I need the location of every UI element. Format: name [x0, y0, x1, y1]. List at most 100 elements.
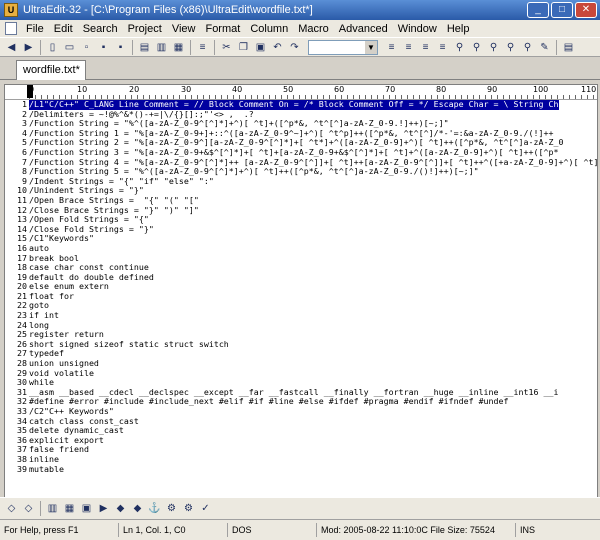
- minimize-button[interactable]: _: [527, 2, 549, 18]
- back-icon[interactable]: ◀: [4, 40, 19, 55]
- code-line[interactable]: 23 if int: [5, 310, 597, 321]
- ruler-number: 30: [181, 85, 192, 94]
- status-help: For Help, press F1: [0, 523, 119, 537]
- compile-icon[interactable]: ⚙: [164, 501, 179, 516]
- bottom-toolbar: ◇ ◇ ▥ ▦ ▣ ▶ ◆ ◆ ⚓ ⚙ ⚙ ✓: [0, 497, 600, 519]
- editor-pane[interactable]: 0 10 20 30 40 50 60 70 80 90 100 110 1/L…: [4, 84, 598, 514]
- ruler-number: 90: [487, 85, 498, 94]
- align-right-icon[interactable]: ≡: [418, 40, 433, 55]
- close-button[interactable]: ✕: [575, 2, 597, 18]
- line-number: 39: [17, 463, 27, 474]
- app-icon[interactable]: U: [4, 3, 18, 17]
- code-line[interactable]: 26 short signed sizeof static struct swit…: [5, 339, 597, 350]
- ruler-number: 80: [436, 85, 447, 94]
- toolbar-separator: [132, 39, 133, 55]
- spell-check-icon[interactable]: ✓: [198, 501, 213, 516]
- format-icon[interactable]: ◇: [21, 501, 36, 516]
- window-controls: _ □ ✕: [527, 2, 597, 18]
- main-toolbar: ◀ ▶ ▯ ▭ ▫ ▪ ▪ ▤ ▥ ▦ ≡ ✂ ❐ ▣ ↶ ↷ ▼ ≡ ≡ ≡ …: [0, 37, 600, 57]
- split-window-icon[interactable]: ▤: [561, 40, 576, 55]
- macro-icon[interactable]: ▣: [79, 501, 94, 516]
- justify-icon[interactable]: ≡: [435, 40, 450, 55]
- menu-format[interactable]: Format: [200, 23, 245, 35]
- maximize-button[interactable]: □: [551, 2, 573, 18]
- align-left-icon[interactable]: ≡: [384, 40, 399, 55]
- print-preview-icon[interactable]: ▥: [154, 40, 169, 55]
- find-icon[interactable]: ⚲: [452, 40, 467, 55]
- menu-advanced[interactable]: Advanced: [334, 23, 393, 35]
- code-line[interactable]: 20 else enum extern: [5, 282, 597, 292]
- code-line[interactable]: 38 inline: [5, 454, 597, 465]
- chevron-down-icon[interactable]: ▼: [365, 40, 377, 54]
- code-text-area[interactable]: 1/L1"C/C++" C_LANG Line Comment = // Blo…: [5, 100, 597, 513]
- align-center-icon[interactable]: ≡: [401, 40, 416, 55]
- print-icon[interactable]: ▤: [137, 40, 152, 55]
- menu-macro[interactable]: Macro: [293, 23, 334, 35]
- menu-window[interactable]: Window: [393, 23, 442, 35]
- ruler-number: 40: [232, 85, 243, 94]
- code-line[interactable]: 29 void volatile: [5, 368, 597, 379]
- save-all-icon[interactable]: ▪: [113, 40, 128, 55]
- forward-icon[interactable]: ▶: [21, 40, 36, 55]
- redo-icon[interactable]: ↷: [287, 40, 302, 55]
- menu-bar: File Edit Search Project View Format Col…: [0, 20, 600, 37]
- open-folder-icon[interactable]: ▭: [62, 40, 77, 55]
- page-setup-icon[interactable]: ▦: [171, 40, 186, 55]
- undo-icon[interactable]: ↶: [270, 40, 285, 55]
- ruler-number: 60: [334, 85, 345, 94]
- ruler-number: 100: [533, 85, 549, 94]
- ruler-ticks: [29, 85, 597, 99]
- bookmark-next-icon[interactable]: ◆: [130, 501, 145, 516]
- close-file-icon[interactable]: ▫: [79, 40, 94, 55]
- paste-icon[interactable]: ▣: [253, 40, 268, 55]
- find-in-files-icon[interactable]: ⚲: [520, 40, 535, 55]
- code-line[interactable]: 21 float for: [5, 291, 597, 302]
- code-line[interactable]: 16 auto: [5, 243, 597, 254]
- code-line[interactable]: 37 false friend: [5, 445, 597, 455]
- code-line[interactable]: 15/C1"Keywords": [5, 234, 597, 244]
- menu-edit[interactable]: Edit: [49, 23, 78, 35]
- column-ruler: 0 10 20 30 40 50 60 70 80 90 100 110: [5, 85, 597, 100]
- line-text[interactable]: mutable: [29, 464, 64, 475]
- window-title: UltraEdit-32 - [C:\Program Files (x86)\U…: [23, 4, 313, 16]
- menu-project[interactable]: Project: [123, 23, 167, 35]
- ruler-number: 70: [385, 85, 396, 94]
- find-next-icon[interactable]: ⚲: [469, 40, 484, 55]
- run-icon[interactable]: ⚙: [181, 501, 196, 516]
- bookmark-icon[interactable]: ◆: [113, 501, 128, 516]
- menu-help[interactable]: Help: [442, 23, 475, 35]
- find-prev-icon[interactable]: ⚲: [486, 40, 501, 55]
- toolbar-separator: [556, 39, 557, 55]
- menu-column[interactable]: Column: [245, 23, 293, 35]
- menu-search[interactable]: Search: [78, 23, 123, 35]
- macro-play-icon[interactable]: ▶: [96, 501, 111, 516]
- hex-mode-icon[interactable]: ▦: [62, 501, 77, 516]
- clipboard-select[interactable]: ▼: [308, 39, 378, 55]
- code-line[interactable]: 22 goto: [5, 301, 597, 311]
- anchor-icon[interactable]: ⚓: [147, 501, 162, 516]
- replace-icon[interactable]: ⚲: [503, 40, 518, 55]
- menu-view[interactable]: View: [167, 23, 201, 35]
- status-bar: For Help, press F1 Ln 1, Col. 1, C0 DOS …: [0, 519, 600, 540]
- column-mode-icon[interactable]: ▥: [45, 501, 60, 516]
- status-format: DOS: [228, 523, 317, 537]
- format-icon[interactable]: ◇: [4, 501, 19, 516]
- menu-file[interactable]: File: [21, 23, 49, 35]
- title-bar: U UltraEdit-32 - [C:\Program Files (x86)…: [0, 0, 600, 20]
- document-icon[interactable]: [5, 22, 17, 35]
- ruler-number: 0: [29, 85, 35, 94]
- toolbar-separator: [40, 501, 41, 516]
- word-wrap-icon[interactable]: ≡: [195, 40, 210, 55]
- ruler-number: 50: [283, 85, 294, 94]
- tools-icon[interactable]: ✎: [537, 40, 552, 55]
- code-line[interactable]: 39 mutable: [5, 463, 597, 475]
- toolbar-separator: [190, 39, 191, 55]
- copy-icon[interactable]: ❐: [236, 40, 251, 55]
- cut-icon[interactable]: ✂: [219, 40, 234, 55]
- status-modified: Mod: 2005-08-22 11:10:0C File Size: 7552…: [317, 523, 516, 537]
- new-file-icon[interactable]: ▯: [45, 40, 60, 55]
- code-line[interactable]: 36 explicit export: [5, 435, 597, 446]
- save-icon[interactable]: ▪: [96, 40, 111, 55]
- toolbar-separator: [214, 39, 215, 55]
- tab-wordfile[interactable]: wordfile.txt*: [16, 60, 86, 80]
